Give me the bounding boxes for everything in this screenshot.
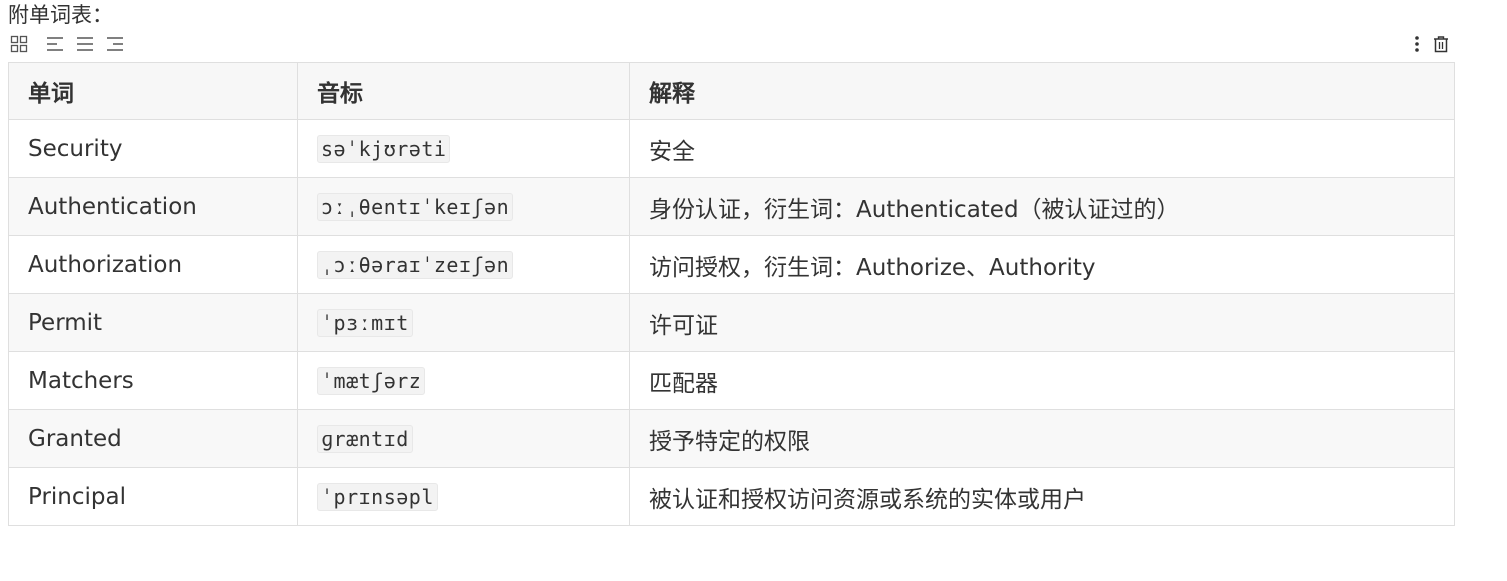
table-caption: 附单词表： — [8, 3, 113, 27]
cell-meaning[interactable]: 访问授权，衍生词：Authorize、Authority — [629, 235, 1455, 294]
more-vertical-icon[interactable] — [1406, 33, 1428, 55]
header-meaning[interactable]: 解释 — [629, 62, 1455, 120]
phonetic-code: ˌɔːθəraɪˈzeɪʃən — [317, 250, 514, 279]
cell-meaning[interactable]: 身份认证，衍生词：Authenticated（被认证过的） — [629, 177, 1455, 236]
cell-word[interactable]: Granted — [8, 409, 298, 468]
table-row: Permit ˈpɜːmɪt 许可证 — [8, 293, 1455, 352]
cell-phonetic[interactable]: ˌɔːθəraɪˈzeɪʃən — [297, 235, 630, 294]
phonetic-code: səˈkjʊrəti — [317, 134, 451, 163]
cell-word[interactable]: Principal — [8, 467, 298, 526]
align-center-icon[interactable] — [74, 33, 96, 55]
trash-icon[interactable] — [1430, 33, 1452, 55]
cell-word[interactable]: Matchers — [8, 351, 298, 410]
cell-word[interactable]: Authentication — [8, 177, 298, 236]
cell-phonetic[interactable]: ˈpɜːmɪt — [297, 293, 630, 352]
phonetic-code: ˈmætʃərz — [317, 366, 426, 395]
header-word[interactable]: 单词 — [8, 62, 298, 120]
cell-meaning[interactable]: 安全 — [629, 119, 1455, 178]
vocabulary-table: 单词 音标 解释 Security səˈkjʊrəti 安全 Authenti… — [8, 62, 1455, 526]
phonetic-code: ˈprɪnsəpl — [317, 482, 438, 511]
cell-phonetic[interactable]: ˈmætʃərz — [297, 351, 630, 410]
phonetic-code: ɔːˌθentɪˈkeɪʃən — [317, 192, 514, 221]
table-row: Matchers ˈmætʃərz 匹配器 — [8, 351, 1455, 410]
header-phonetic[interactable]: 音标 — [297, 62, 630, 120]
cell-phonetic[interactable]: ɔːˌθentɪˈkeɪʃən — [297, 177, 630, 236]
cell-phonetic[interactable]: ɡræntɪd — [297, 409, 630, 468]
table-row: Granted ɡræntɪd 授予特定的权限 — [8, 409, 1455, 468]
cell-meaning[interactable]: 授予特定的权限 — [629, 409, 1455, 468]
cell-meaning[interactable]: 匹配器 — [629, 351, 1455, 410]
cell-word[interactable]: Security — [8, 119, 298, 178]
align-right-icon[interactable] — [104, 33, 126, 55]
table-row: Authentication ɔːˌθentɪˈkeɪʃən 身份认证，衍生词：… — [8, 177, 1455, 236]
table-header-row: 单词 音标 解释 — [8, 62, 1455, 120]
table-actions — [1406, 33, 1454, 55]
grid-icon[interactable] — [8, 33, 30, 55]
cell-word[interactable]: Authorization — [8, 235, 298, 294]
table-row: Principal ˈprɪnsəpl 被认证和授权访问资源或系统的实体或用户 — [8, 467, 1455, 526]
table-toolbar — [8, 33, 134, 55]
page: 附单词表： 单词 音标 解释 Security səˈkjʊrəti 安全 Au… — [0, 0, 1507, 581]
cell-word[interactable]: Permit — [8, 293, 298, 352]
cell-meaning[interactable]: 许可证 — [629, 293, 1455, 352]
phonetic-code: ˈpɜːmɪt — [317, 308, 413, 337]
cell-phonetic[interactable]: ˈprɪnsəpl — [297, 467, 630, 526]
cell-phonetic[interactable]: səˈkjʊrəti — [297, 119, 630, 178]
cell-meaning[interactable]: 被认证和授权访问资源或系统的实体或用户 — [629, 467, 1455, 526]
table-row: Security səˈkjʊrəti 安全 — [8, 119, 1455, 178]
table-row: Authorization ˌɔːθəraɪˈzeɪʃən 访问授权，衍生词：A… — [8, 235, 1455, 294]
align-left-icon[interactable] — [44, 33, 66, 55]
phonetic-code: ɡræntɪd — [317, 424, 413, 453]
